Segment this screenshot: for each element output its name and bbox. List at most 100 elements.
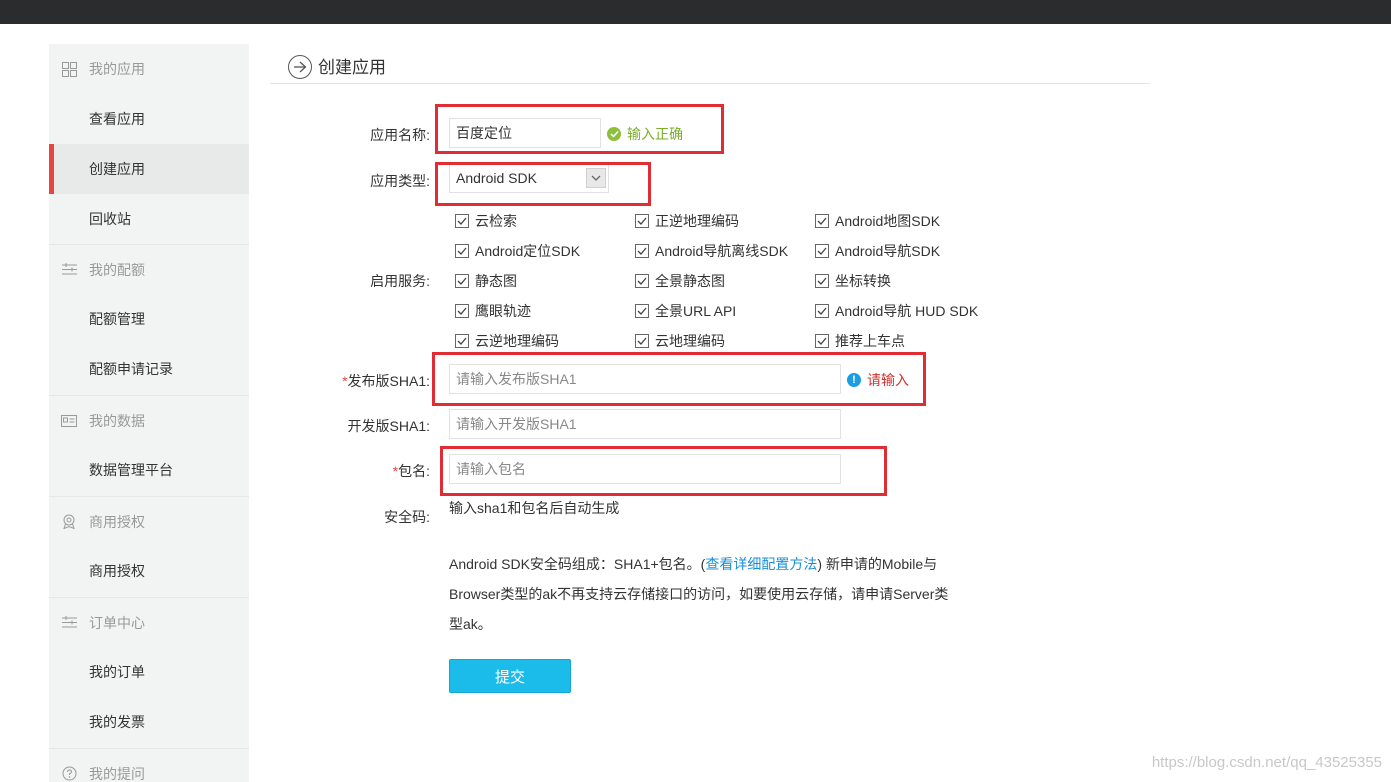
dev-sha1-label: 开发版SHA1: xyxy=(347,418,430,434)
checkbox-checked-icon[interactable] xyxy=(455,274,469,288)
sidebar-item-quota-management[interactable]: 配额管理 xyxy=(49,294,249,344)
checkbox-checked-icon[interactable] xyxy=(815,214,829,228)
package-label: *包名: xyxy=(230,461,430,481)
service-checkbox[interactable]: 鹰眼轨迹 xyxy=(455,301,531,321)
sidebar-item-quota-requests[interactable]: 配额申请记录 xyxy=(49,344,249,394)
sidebar-item-create-app[interactable]: 创建应用 xyxy=(49,144,249,194)
sidebar-group-my-data[interactable]: 我的数据 xyxy=(49,395,249,445)
sidebar-group-label: 我的提问 xyxy=(89,765,145,782)
service-checkbox[interactable]: Android定位SDK xyxy=(455,241,580,261)
sidebar-item-label: 回收站 xyxy=(89,211,131,227)
sidebar-item-my-orders[interactable]: 我的订单 xyxy=(49,647,249,697)
header-divider xyxy=(270,83,1150,84)
sidebar-item-data-platform[interactable]: 数据管理平台 xyxy=(49,445,249,495)
checkbox-checked-icon[interactable] xyxy=(455,244,469,258)
watermark: https://blog.csdn.net/qq_43525355 xyxy=(1151,754,1382,771)
service-checkbox-label: 全景URL API xyxy=(655,303,737,319)
service-checkbox[interactable]: 云逆地理编码 xyxy=(455,331,559,351)
service-checkbox[interactable]: 云地理编码 xyxy=(635,331,725,351)
checkbox-checked-icon[interactable] xyxy=(815,304,829,318)
sidebar-group-my-questions[interactable]: 我的提问 xyxy=(49,748,249,782)
checkbox-checked-icon[interactable] xyxy=(635,214,649,228)
sidebar-group-commercial[interactable]: 商用授权 xyxy=(49,496,249,546)
checkbox-checked-icon[interactable] xyxy=(815,244,829,258)
service-checkbox[interactable]: Android导航离线SDK xyxy=(635,241,788,261)
list-icon xyxy=(61,262,77,278)
sidebar-item-label: 我的订单 xyxy=(89,664,145,680)
service-checkbox[interactable]: Android地图SDK xyxy=(815,211,940,231)
sidebar-group-orders[interactable]: 订单中心 xyxy=(49,597,249,647)
services-label: 启用服务: xyxy=(370,273,430,289)
sidebar-item-recycle-bin[interactable]: 回收站 xyxy=(49,194,249,244)
dev-sha1-input[interactable]: 请输入开发版SHA1 xyxy=(449,409,841,439)
service-checkbox-label: Android定位SDK xyxy=(475,243,581,259)
sidebar: 我的应用 查看应用 创建应用 回收站 我的配额 配额管理 配额申请记录 我的数据… xyxy=(49,44,249,782)
release-sha1-label-text: 发布版SHA1: xyxy=(347,373,430,389)
service-checkbox-label: 云检索 xyxy=(475,213,517,229)
question-icon xyxy=(61,766,77,782)
service-checkbox[interactable]: Android导航SDK xyxy=(815,241,940,261)
service-checkbox-label: Android导航 HUD SDK xyxy=(835,303,979,319)
service-checkbox-label: Android地图SDK xyxy=(835,213,941,229)
submit-button[interactable]: 提交 xyxy=(449,659,571,693)
sidebar-group-my-apps[interactable]: 我的应用 xyxy=(49,44,249,94)
service-checkbox[interactable]: 云检索 xyxy=(455,211,517,231)
service-checkbox-label: Android导航SDK xyxy=(835,243,941,259)
sidebar-item-label: 查看应用 xyxy=(89,111,145,127)
security-code-value: 输入sha1和包名后自动生成 xyxy=(449,500,620,516)
service-checkbox[interactable]: 坐标转换 xyxy=(815,271,891,291)
sidebar-item-view-apps[interactable]: 查看应用 xyxy=(49,94,249,144)
checkbox-checked-icon[interactable] xyxy=(815,334,829,348)
checkbox-checked-icon[interactable] xyxy=(455,334,469,348)
checkbox-checked-icon[interactable] xyxy=(635,304,649,318)
highlight-box-app-type xyxy=(435,162,651,206)
list-icon xyxy=(61,615,77,631)
page-title: 创建应用 xyxy=(318,58,386,77)
package-label-text: 包名: xyxy=(398,463,430,479)
top-bar xyxy=(0,0,1391,24)
note-text-before: Android SDK安全码组成：SHA1+包名。( xyxy=(449,556,706,572)
page-header: 创建应用 xyxy=(288,52,386,79)
sidebar-group-label: 我的应用 xyxy=(89,61,145,77)
service-checkbox-label: 坐标转换 xyxy=(835,273,891,289)
sidebar-item-label: 商用授权 xyxy=(89,563,145,579)
badge-icon xyxy=(61,514,77,530)
arrow-right-icon xyxy=(288,55,312,79)
release-sha1-label: *发布版SHA1: xyxy=(230,371,430,391)
highlight-box-package xyxy=(440,446,887,496)
sidebar-item-label: 我的发票 xyxy=(89,714,145,730)
service-checkbox[interactable]: 正逆地理编码 xyxy=(635,211,739,231)
id-card-icon xyxy=(61,413,77,429)
service-checkbox[interactable]: 静态图 xyxy=(455,271,517,291)
sidebar-group-label: 订单中心 xyxy=(89,614,145,631)
service-checkbox[interactable]: 全景静态图 xyxy=(635,271,725,291)
checkbox-checked-icon[interactable] xyxy=(635,334,649,348)
service-checkbox-label: 云逆地理编码 xyxy=(475,333,559,349)
service-checkbox-label: 正逆地理编码 xyxy=(655,213,739,229)
security-code-note: Android SDK安全码组成：SHA1+包名。(查看详细配置方法) 新申请的… xyxy=(449,549,959,639)
highlight-box-app-name xyxy=(435,104,724,154)
service-checkbox-label: 全景静态图 xyxy=(655,273,725,289)
sidebar-group-label: 我的配额 xyxy=(89,261,145,278)
checkbox-checked-icon[interactable] xyxy=(455,214,469,228)
sidebar-item-label: 配额申请记录 xyxy=(89,361,173,377)
checkbox-checked-icon[interactable] xyxy=(815,274,829,288)
app-name-label: 应用名称: xyxy=(370,127,430,143)
sidebar-item-commercial-license[interactable]: 商用授权 xyxy=(49,546,249,596)
config-method-link[interactable]: 查看详细配置方法 xyxy=(705,556,817,572)
service-checkbox[interactable]: 全景URL API xyxy=(635,301,736,321)
security-code-label: 安全码: xyxy=(384,509,430,525)
sidebar-group-label: 我的数据 xyxy=(89,412,145,429)
checkbox-checked-icon[interactable] xyxy=(455,304,469,318)
sidebar-item-label: 创建应用 xyxy=(89,161,145,177)
service-checkbox[interactable]: Android导航 HUD SDK xyxy=(815,301,978,321)
app-type-label: 应用类型: xyxy=(370,173,430,189)
sidebar-item-my-invoices[interactable]: 我的发票 xyxy=(49,697,249,747)
checkbox-checked-icon[interactable] xyxy=(635,244,649,258)
checkbox-checked-icon[interactable] xyxy=(635,274,649,288)
sidebar-group-my-quota[interactable]: 我的配额 xyxy=(49,244,249,294)
service-checkbox-label: 静态图 xyxy=(475,273,517,289)
service-checkbox-label: 鹰眼轨迹 xyxy=(475,303,531,319)
service-checkbox-label: Android导航离线SDK xyxy=(655,243,789,259)
service-checkbox[interactable]: 推荐上车点 xyxy=(815,331,905,351)
